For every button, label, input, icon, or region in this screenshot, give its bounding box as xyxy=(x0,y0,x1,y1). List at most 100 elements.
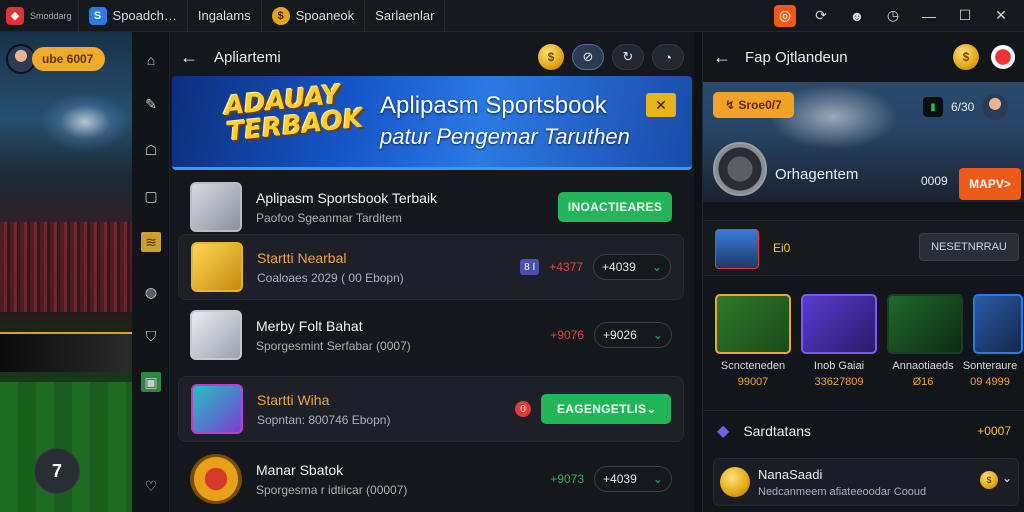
item-title: NanaSaadi xyxy=(758,467,823,482)
refresh-icon[interactable]: ↻ xyxy=(612,44,644,70)
small-coin-icon[interactable]: $ xyxy=(980,471,998,489)
card-value: Ø16 xyxy=(912,376,934,388)
chevron-down-icon: ⌄ xyxy=(652,472,663,486)
list-item[interactable]: Startti Nearbal Coaloaes 2029 ( 00 Ebopn… xyxy=(178,234,684,300)
odds-value: +9076 xyxy=(550,328,584,342)
edit-icon[interactable]: ✎ xyxy=(141,94,161,114)
silver-cards-icon xyxy=(190,310,242,360)
banner-subline: patur Pengemar Taruthen xyxy=(380,124,630,149)
game-card[interactable] xyxy=(801,294,877,354)
tab-ingalams[interactable]: Ingalams xyxy=(188,0,262,32)
sport-icon[interactable]: ◍ xyxy=(141,282,161,302)
odds-value: +4377 xyxy=(549,260,583,274)
close-button[interactable]: ✕ xyxy=(990,5,1012,27)
tab-label: Spoaneok xyxy=(295,8,355,23)
avatar[interactable] xyxy=(982,94,1009,120)
tab-sarlaenlar[interactable]: Sarlaenlar xyxy=(365,0,446,32)
promo-banner[interactable]: ADAUAY TERBAOK Aplipasm Sportsbook patur… xyxy=(172,76,692,170)
notification-icon[interactable]: ◎ xyxy=(774,4,796,27)
odds-select[interactable]: +4039 ⌄ xyxy=(593,254,671,280)
app-name: Smoddarg xyxy=(30,10,72,21)
flag-icon[interactable]: ≋ xyxy=(141,232,161,252)
right-header: ← Fap Ojtlandeun $ xyxy=(703,40,1024,74)
odds-value: +9073 xyxy=(550,472,584,486)
section-header: ◆ Sardtatans +0007 xyxy=(703,410,1024,450)
counter-icon: ▮ xyxy=(923,97,943,117)
medal-icon xyxy=(190,454,242,504)
live-icon[interactable]: ▣ xyxy=(141,372,161,392)
list-item[interactable]: Merby Folt Bahat Sporgesmint Serfabar (0… xyxy=(178,302,684,368)
promo-row: Ei0 NESETNRRAU xyxy=(703,220,1024,276)
balance-pill[interactable]: ube 6007 xyxy=(32,47,106,71)
odds-select-value: +4039 xyxy=(602,260,636,274)
featured-action-button[interactable]: INOACTIEARES xyxy=(558,192,672,222)
button-label: EAGENGETLIS xyxy=(557,402,647,416)
help-icon[interactable]: ◷ xyxy=(882,5,904,27)
promo-button[interactable]: NESETNRRAU xyxy=(919,233,1019,261)
page-title: Apliartemi xyxy=(214,48,281,66)
coin-icon xyxy=(720,467,750,497)
tab-label: Ingalams xyxy=(197,8,251,23)
coin-icon[interactable]: $ xyxy=(538,44,564,70)
stadium-pitch xyxy=(0,382,132,512)
tab-sportsbook[interactable]: S Spoadch… xyxy=(79,0,188,32)
app-menu[interactable]: ◆ Smoddarg xyxy=(0,0,79,32)
list-item[interactable]: NanaSaadi Nedcanmeem afiateeoodar Cooud … xyxy=(713,458,1019,506)
home-icon[interactable]: ⌂ xyxy=(141,50,161,70)
hero-action-button[interactable]: MAPV> xyxy=(959,168,1021,200)
back-arrow-icon[interactable]: ← xyxy=(180,47,204,68)
game-card[interactable] xyxy=(973,294,1023,354)
heart-icon[interactable]: ♡ xyxy=(141,476,161,496)
panel-title: Fap Ojtlandeun xyxy=(745,48,848,66)
score-pill[interactable]: ↯ Sroe0/7 xyxy=(713,92,794,118)
status-badge: 8 I xyxy=(520,259,540,275)
odds-select[interactable]: +9026 ⌄ xyxy=(594,322,672,348)
promo-label: Ei0 xyxy=(773,241,791,255)
center-panel: ← Apliartemi $ ⊘ ↻ ◔ ADAUAY TERBAOK Apli… xyxy=(170,32,694,512)
stadium-lights xyxy=(40,92,130,152)
title-bar: ◆ Smoddarg S Spoadch… Ingalams $ Spoaneo… xyxy=(0,0,1024,32)
list-item[interactable]: Manar Sbatok Sporgesma r idtiicar (00007… xyxy=(178,446,684,512)
timer-icon[interactable]: ◔ xyxy=(652,44,684,70)
user-balance-chip[interactable]: ube 6007 xyxy=(6,44,120,74)
card-label: Annaotiaeds xyxy=(892,360,954,372)
icon-rail: ⌂ ✎ ☖ ▢ ≋ ◍ ⛉ ▣ ♡ xyxy=(132,32,170,512)
minimize-button[interactable]: — xyxy=(918,5,940,27)
row-subtitle: Sporgesmint Serfabar (0007) xyxy=(256,338,411,353)
floating-action-button[interactable]: 7 xyxy=(34,448,80,494)
back-arrow-icon[interactable]: ← xyxy=(713,47,737,68)
chevron-down-icon: ⌄ xyxy=(651,260,662,274)
featured-row[interactable]: Aplipasm Sportsbook Terbaik Paofoo Sgean… xyxy=(178,174,684,240)
chevron-down-icon: ⌄ xyxy=(646,402,657,416)
stadium-background xyxy=(0,32,132,512)
card-label: Inob Gaiai xyxy=(813,360,865,372)
link-icon[interactable]: ⊘ xyxy=(572,44,604,70)
coin-icon[interactable]: $ xyxy=(953,44,979,70)
game-card[interactable] xyxy=(887,294,963,354)
maximize-button[interactable]: ☐ xyxy=(954,5,976,27)
list-item[interactable]: Startti Wiha Sopntan: 800746 Ebopn) 0 EA… xyxy=(178,376,684,442)
section-value: +0007 xyxy=(977,423,1011,438)
odds-select[interactable]: +4039 ⌄ xyxy=(594,466,672,492)
document-icon[interactable]: ▢ xyxy=(141,186,161,206)
profile-icon[interactable]: ☻ xyxy=(846,5,868,27)
gold-cards-icon xyxy=(191,242,243,292)
coin-icon: $ xyxy=(271,6,290,25)
card-value: 99007 xyxy=(737,376,769,388)
sync-icon[interactable]: ⟳ xyxy=(810,5,832,27)
live-record-icon[interactable] xyxy=(991,45,1015,69)
shield-icon[interactable]: ⛉ xyxy=(141,326,161,346)
chevron-down-icon[interactable]: ⌄ xyxy=(1002,471,1012,485)
hero-card[interactable]: ↯ Sroe0/7 ▮ 6/30 Orhagentem 0009 MAPV> xyxy=(703,82,1024,202)
card-label: Scncteneden xyxy=(720,360,786,372)
game-card[interactable] xyxy=(715,294,791,354)
row-title: Startti Wiha xyxy=(257,391,330,408)
row-action-button[interactable]: EAGENGETLIS ⌄ xyxy=(541,394,671,424)
card-value: 09 4999 xyxy=(970,376,1010,388)
row-subtitle: Coaloaes 2029 ( 00 Ebopn) xyxy=(257,270,404,285)
banner-close-icon[interactable]: ✕ xyxy=(646,93,676,117)
tab-spoaneok[interactable]: $ Spoaneok xyxy=(262,0,366,32)
row-title: Merby Folt Bahat xyxy=(256,317,363,334)
chat-icon[interactable]: ☖ xyxy=(141,140,161,160)
odds-select-value: +4039 xyxy=(603,472,637,486)
